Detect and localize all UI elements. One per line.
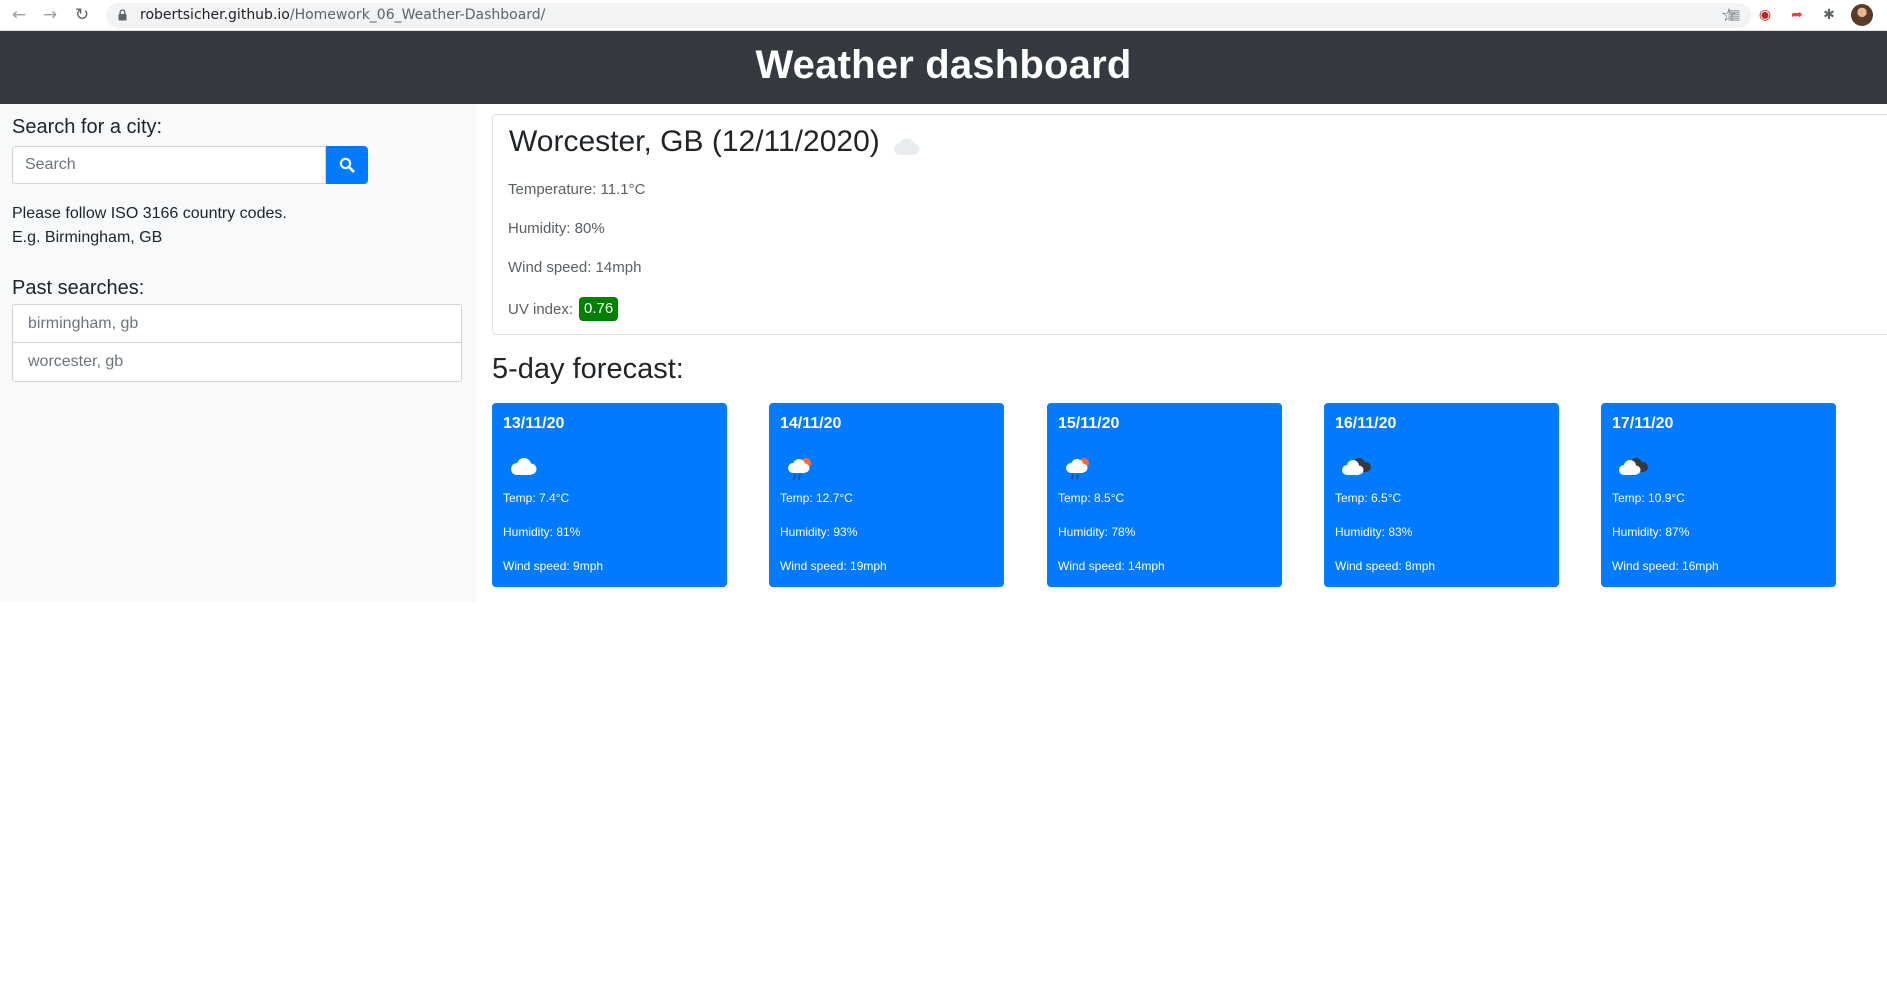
current-wind-speed: Wind speed: 14mph [508, 259, 642, 276]
url-host: robertsicher.github.io [140, 7, 290, 23]
search-heading: Search for a city: [12, 116, 163, 138]
browser-toolbar: ← → ↻ robertsicher.github.io/Homework_06… [0, 0, 1887, 31]
forecast-card: 14/11/20 Temp: 12.7°C Humidity: 93% Wind… [769, 403, 1004, 587]
forecast-card: 17/11/20 Temp: 10.9°C Humidity: 87% Wind… [1601, 403, 1836, 587]
forecast-card: 13/11/20 Temp: 7.4°C Humidity: 81% Wind … [492, 403, 727, 587]
forecast-temp: Temp: 6.5°C [1335, 491, 1402, 505]
search-icon [339, 157, 355, 173]
broken-clouds-icon [1619, 458, 1648, 475]
forecast-date: 15/11/20 [1058, 415, 1120, 432]
forecast-wind: Wind speed: 8mph [1335, 559, 1436, 573]
broken-clouds-icon [1342, 458, 1371, 475]
forecast-temp: Temp: 7.4°C [503, 491, 570, 505]
forecast-humidity: Humidity: 87% [1612, 525, 1690, 539]
forecast-heading: 5-day forecast: [492, 353, 684, 385]
address-bar[interactable]: robertsicher.github.io/Homework_06_Weath… [106, 3, 1751, 28]
forward-arrow-icon[interactable]: → [39, 4, 61, 26]
search-input[interactable] [12, 146, 326, 184]
forecast-humidity: Humidity: 81% [503, 525, 581, 539]
forecast-wind: Wind speed: 19mph [780, 559, 887, 573]
history-item-birmingham[interactable]: birmingham, gb [12, 304, 462, 343]
forecast-date: 14/11/20 [780, 415, 842, 432]
forecast-humidity: Humidity: 93% [780, 525, 858, 539]
forecast-humidity: Humidity: 83% [1335, 525, 1413, 539]
cloud-icon [893, 138, 920, 155]
forecast-temp: Temp: 12.7°C [780, 491, 853, 505]
forecast-date: 17/11/20 [1612, 415, 1674, 432]
url-text: robertsicher.github.io/Homework_06_Weath… [140, 7, 545, 23]
current-humidity: Humidity: 80% [508, 220, 605, 237]
forecast-wind: Wind speed: 16mph [1612, 559, 1719, 573]
forecast-card: 15/11/20 Temp: 8.5°C Humidity: 78% Wind … [1047, 403, 1282, 587]
cloud-icon [511, 458, 537, 475]
uv-badge: 0.76 [579, 297, 619, 321]
search-button[interactable] [326, 146, 368, 184]
current-title-row: Worcester, GB (12/11/2020) [509, 125, 922, 159]
extension-icon[interactable]: ▦ [1724, 5, 1744, 25]
uv-label: UV index: [508, 300, 574, 318]
page-title: Weather dashboard [755, 43, 1132, 87]
reload-icon[interactable]: ↻ [71, 4, 93, 26]
cast-extension-icon[interactable]: ➦ [1787, 5, 1807, 25]
profile-avatar[interactable] [1851, 4, 1873, 26]
help-text: Please follow ISO 3166 country codes. E.… [12, 202, 287, 250]
forecast-date: 16/11/20 [1335, 415, 1397, 432]
forecast-card: 16/11/20 Temp: 6.5°C Humidity: 83% Wind … [1324, 403, 1559, 587]
forecast-wind: Wind speed: 9mph [503, 559, 604, 573]
past-searches-heading: Past searches: [12, 277, 145, 299]
current-uv-index: UV index: 0.76 [508, 297, 619, 321]
forecast-date: 13/11/20 [503, 415, 565, 432]
rain-sun-cloud-icon [788, 458, 811, 480]
site-header: Weather dashboard [0, 31, 1887, 104]
sidebar: Search for a city: Please follow ISO 316… [0, 104, 476, 602]
search-group [12, 146, 368, 184]
url-path: /Homework_06_Weather-Dashboard/ [289, 7, 546, 23]
rain-sun-cloud-icon [1066, 458, 1089, 480]
help-line-example: E.g. Birmingham, GB [12, 229, 163, 246]
forecast-humidity: Humidity: 78% [1058, 525, 1136, 539]
bug-extension-icon[interactable]: ◉ [1755, 5, 1775, 25]
current-temperature: Temperature: 11.1°C [508, 181, 646, 198]
history-item-worcester[interactable]: worcester, gb [12, 343, 462, 382]
current-city-title: Worcester, GB (12/11/2020) [509, 125, 880, 158]
current-weather-card: Worcester, GB (12/11/2020) [492, 114, 1887, 335]
help-line-codes: Please follow ISO 3166 country codes. [12, 205, 287, 222]
forecast-temp: Temp: 10.9°C [1612, 491, 1685, 505]
search-history-list: birmingham, gb worcester, gb [12, 304, 462, 382]
puzzle-extensions-icon[interactable]: ✱ [1819, 5, 1839, 25]
forecast-temp: Temp: 8.5°C [1058, 491, 1125, 505]
back-arrow-icon[interactable]: ← [8, 4, 30, 26]
lock-icon [118, 9, 127, 21]
forecast-wind: Wind speed: 14mph [1058, 559, 1165, 573]
